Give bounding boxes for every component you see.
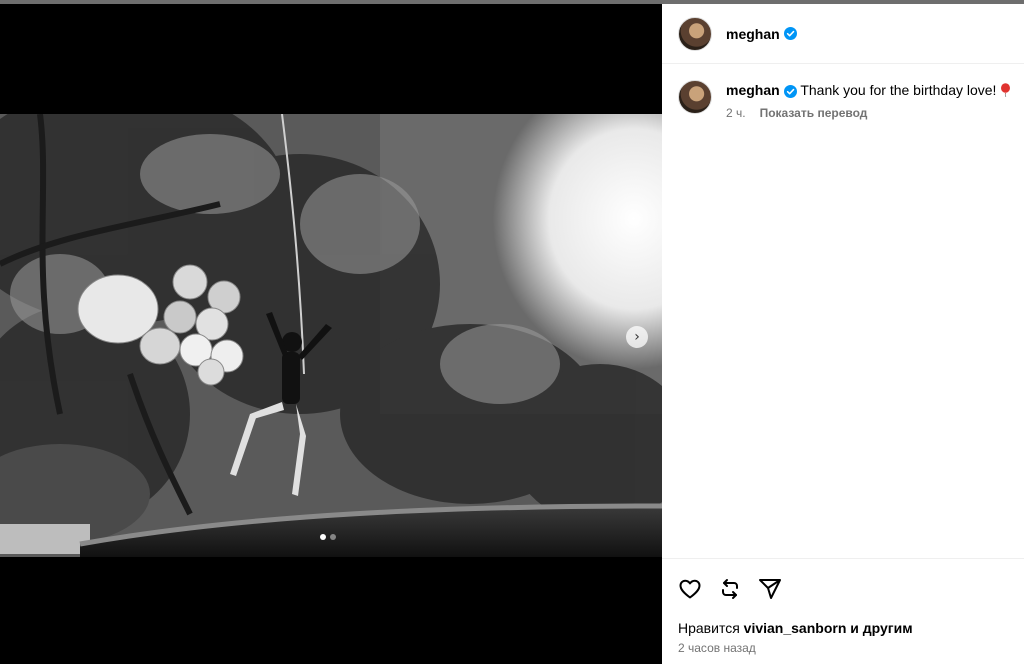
- caption-text: Thank you for the birthday love!: [800, 82, 997, 98]
- post-media: ›: [0, 4, 662, 664]
- caption-line: meghan Thank you for the birthday love!: [726, 80, 1011, 100]
- caption-meta: 2 ч. Показать перевод: [726, 106, 1011, 120]
- avatar[interactable]: [678, 16, 712, 51]
- post-header: meghan: [662, 4, 1024, 64]
- heart-icon: [679, 579, 701, 599]
- caption-time: 2 ч.: [726, 106, 746, 120]
- action-bar: [678, 577, 782, 601]
- chevron-right-icon: ›: [634, 329, 640, 345]
- carousel-indicator: [320, 534, 336, 540]
- verified-icon: [783, 84, 797, 98]
- carousel-dot: [320, 534, 326, 540]
- repost-button[interactable]: [718, 577, 742, 601]
- post-side-panel: meghan meghan Thank you for the birthday…: [662, 4, 1024, 664]
- carousel-dot: [330, 534, 336, 540]
- post-photo: [0, 114, 662, 557]
- balloon-emoji-icon: [1000, 82, 1011, 98]
- caption-body: meghan Thank you for the birthday love! …: [726, 80, 1011, 120]
- post-timestamp: 2 часов назад: [678, 641, 756, 655]
- carousel-next-button[interactable]: ›: [626, 326, 648, 348]
- share-button[interactable]: [758, 577, 782, 601]
- like-button[interactable]: [678, 577, 702, 601]
- post-caption: meghan Thank you for the birthday love! …: [678, 80, 1024, 120]
- repost-icon: [722, 579, 738, 599]
- avatar[interactable]: [678, 80, 712, 114]
- post-actions-area: Нравится vivian_sanborn и другим 2 часов…: [662, 558, 1024, 664]
- likes-prefix: Нравится: [678, 620, 744, 636]
- likes-suffix[interactable]: и другим: [846, 620, 912, 636]
- liked-by-user-link[interactable]: vivian_sanborn: [744, 620, 847, 636]
- likes-line: Нравится vivian_sanborn и другим: [678, 620, 913, 636]
- share-icon: [759, 579, 781, 599]
- translate-link[interactable]: Показать перевод: [760, 106, 868, 120]
- verified-icon: [783, 27, 797, 40]
- author-username[interactable]: meghan: [726, 26, 780, 42]
- caption-username[interactable]: meghan: [726, 82, 780, 98]
